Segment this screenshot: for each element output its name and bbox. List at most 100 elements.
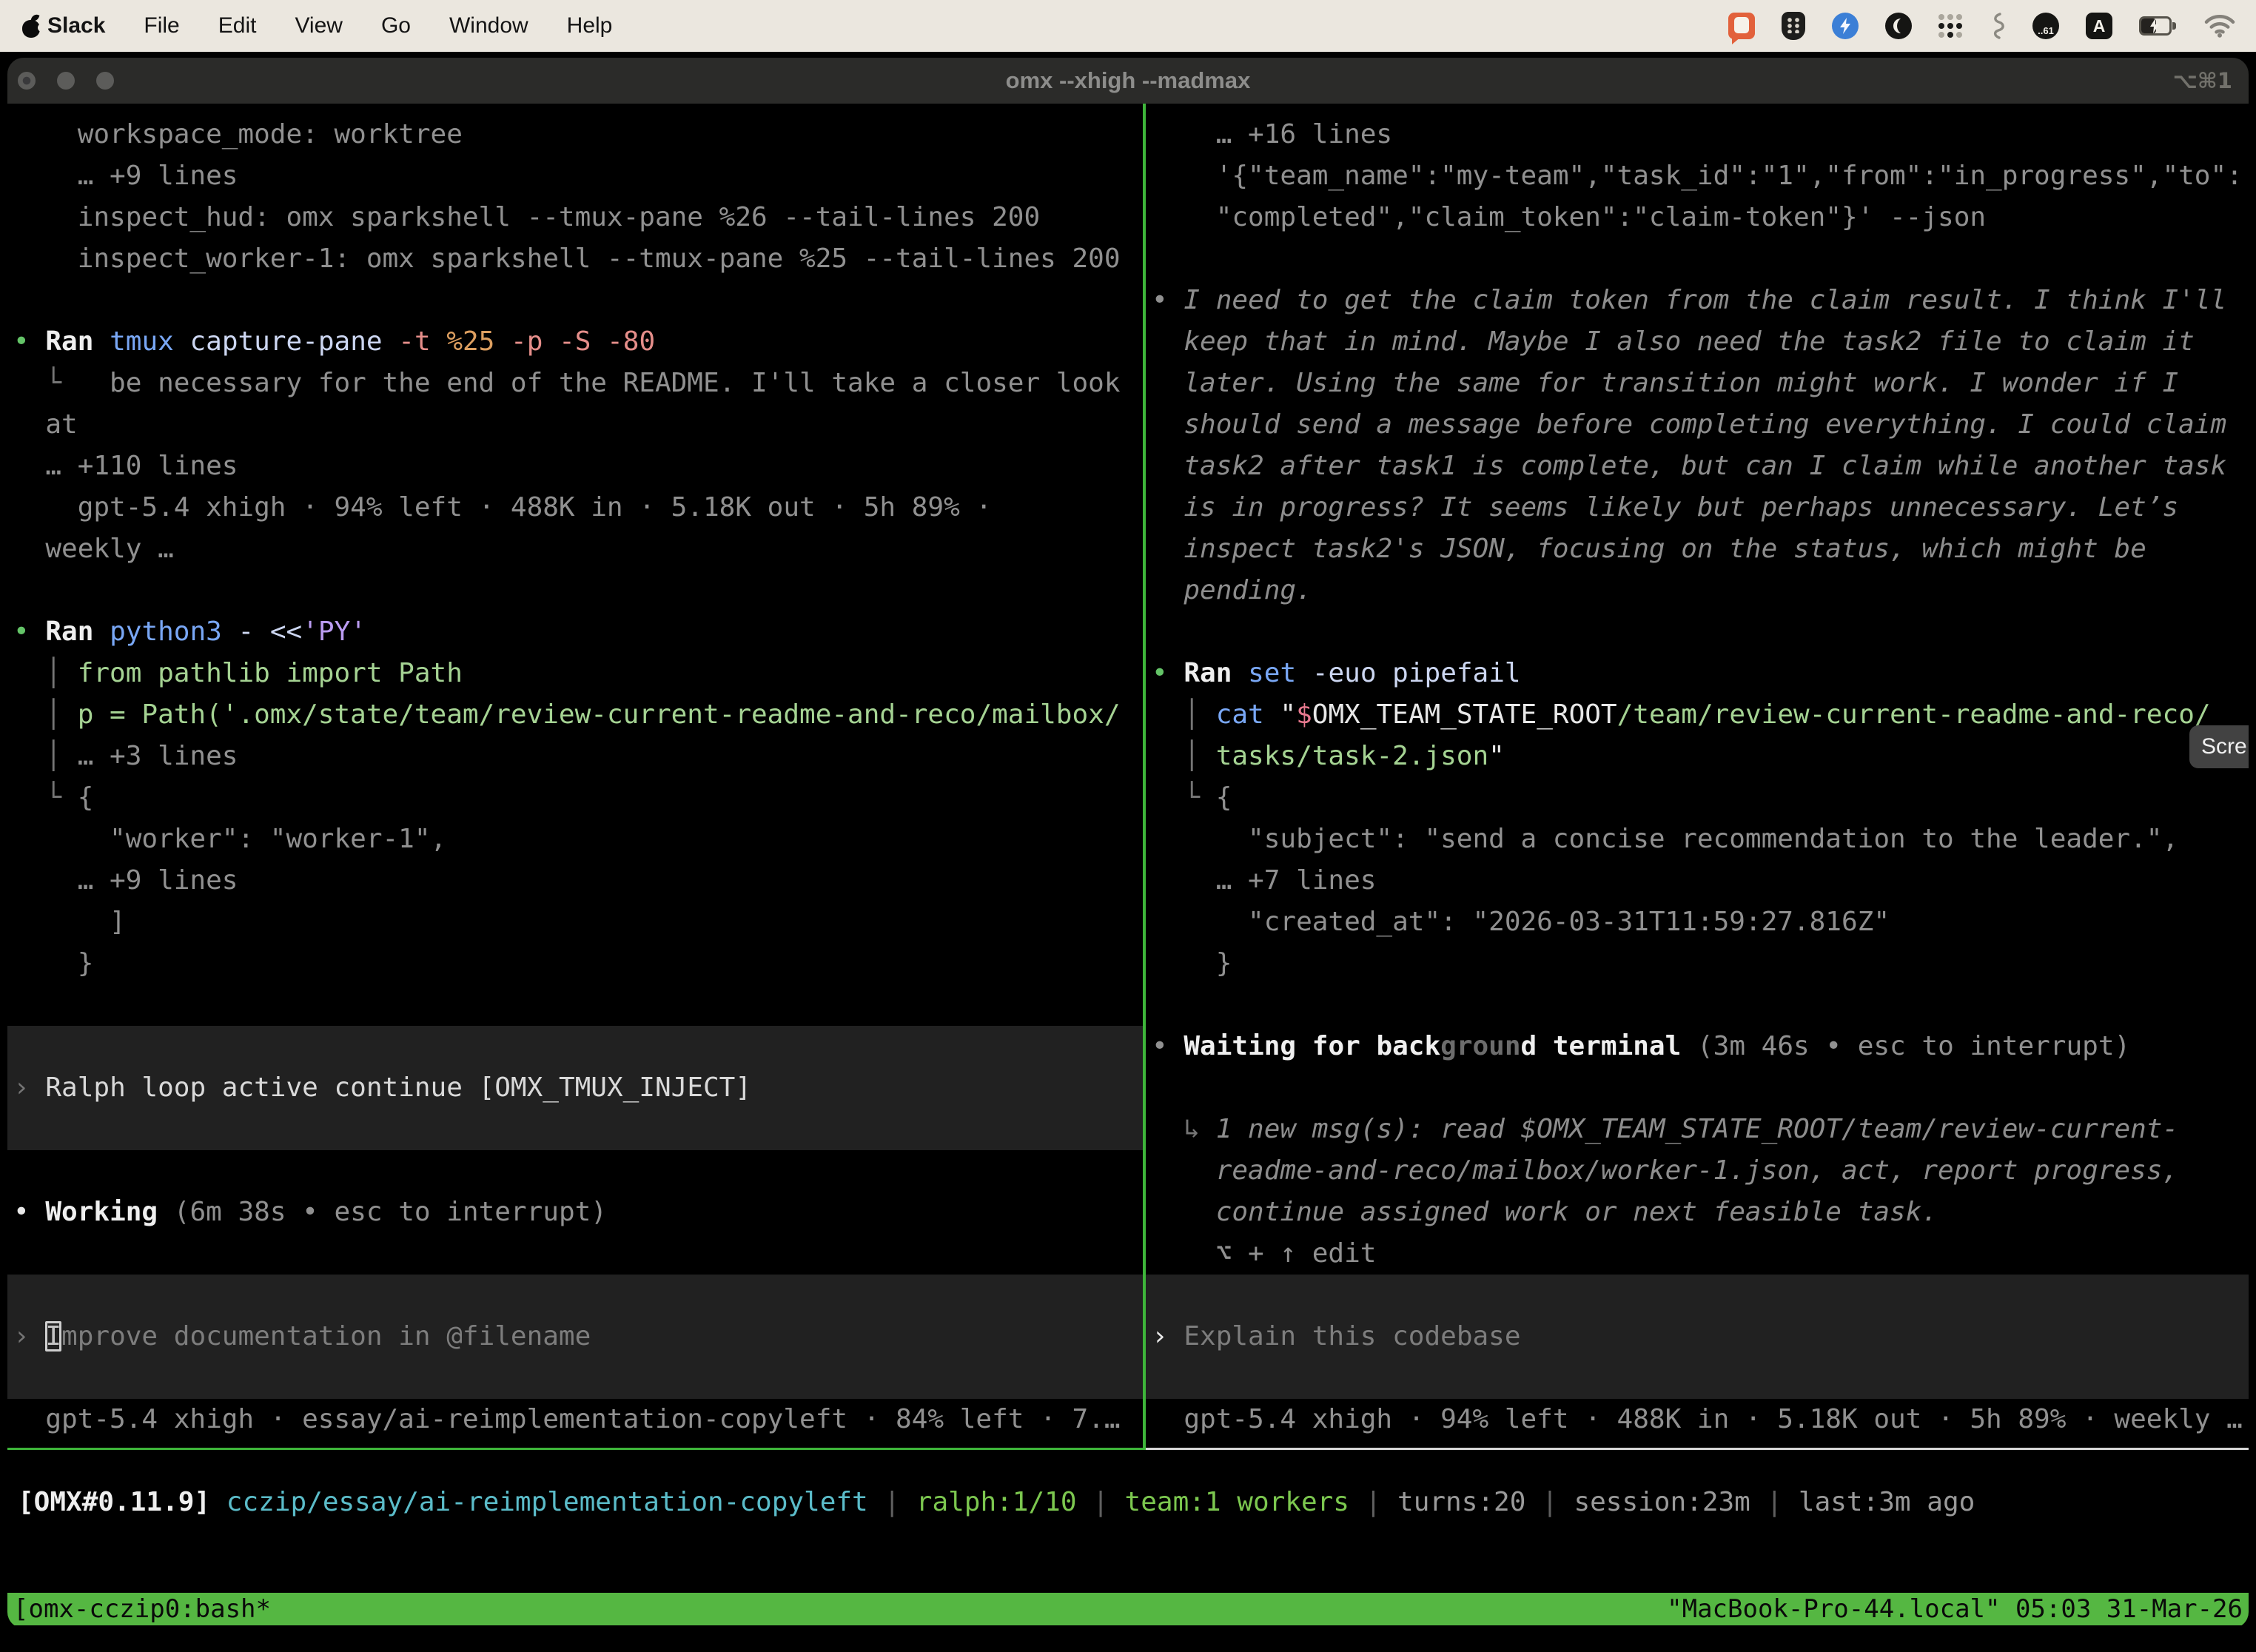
terminal-line: │ tasks/task-2.json" (1146, 736, 2249, 777)
thinking-text: • I need to get the claim token from the… (1146, 280, 2249, 321)
terminal-line: } (7, 943, 1143, 984)
wifi-icon[interactable] (2204, 14, 2235, 38)
terminal-line: │ from pathlib import Path (7, 653, 1143, 694)
terminal-line: … +16 lines (1146, 114, 2249, 155)
text-cursor: I (45, 1321, 61, 1352)
crescent-app-icon[interactable] (1885, 13, 1912, 39)
terminal-line (7, 1109, 1143, 1150)
window-titlebar: omx --xhigh --madmax ⌥⌘1 (7, 58, 2249, 104)
terminal-line (7, 1026, 1143, 1067)
menu-item-slack[interactable]: Slack (47, 13, 105, 38)
terminal-line: │ … +3 lines (7, 736, 1143, 777)
terminal-line: └ { (7, 777, 1143, 819)
terminal-line: workspace_mode: worktree (7, 114, 1143, 155)
right-pane-border (1146, 1448, 2249, 1450)
terminal-line (1146, 611, 2249, 653)
menu-item-go[interactable]: Go (381, 13, 411, 38)
terminal-line: ] (7, 901, 1143, 943)
terminal-line: readme-and-reco/mailbox/worker-1.json, a… (1146, 1150, 2249, 1192)
terminal-line: └ { (1146, 777, 2249, 819)
screen-recording-chip[interactable]: Scre (2189, 725, 2249, 768)
left-pane-border (7, 1448, 1143, 1450)
gauge-badge-icon[interactable]: ..61 (2032, 13, 2059, 39)
terminal-line (7, 1275, 1143, 1316)
terminal-line: inspect task2's JSON, focusing on the st… (1146, 528, 2249, 570)
terminal-line (1146, 1067, 2249, 1109)
terminal-line: "subject": "send a concise recommendatio… (1146, 819, 2249, 860)
pane-status-line: gpt-5.4 xhigh · essay/ai-reimplementatio… (7, 1399, 1143, 1440)
command-line: • Ran tmux capture-pane -t %25 -p -S -80 (7, 321, 1143, 363)
terminal-line (7, 570, 1143, 611)
chat-app-icon[interactable] (1728, 13, 1755, 39)
tmux-host-clock: "MacBook-Pro-44.local" 05:03 31-Mar-26 (1667, 1594, 2243, 1624)
terminal-line: … +9 lines (7, 860, 1143, 901)
terminal-line: keep that in mind. Maybe I also need the… (1146, 321, 2249, 363)
squiggle-icon[interactable] (1990, 13, 2006, 39)
working-status: • Working (6m 38s • esc to interrupt) (7, 1192, 1143, 1233)
terminal-line (7, 1233, 1143, 1275)
battery-icon[interactable] (2139, 16, 2178, 36)
terminal-line (1146, 1275, 2249, 1316)
dots-grid-icon[interactable] (1938, 14, 1963, 38)
terminal-line: … +7 lines (1146, 860, 2249, 901)
shield-app-icon[interactable] (1782, 12, 1805, 40)
terminal-line: should send a message before completing … (1146, 404, 2249, 446)
terminal-line: "completed","claim_token":"claim-token"}… (1146, 197, 2249, 238)
terminal-line: later. Using the same for transition mig… (1146, 363, 2249, 404)
pane-status-line: gpt-5.4 xhigh · 94% left · 488K in · 5.1… (1146, 1399, 2249, 1440)
close-button[interactable] (18, 72, 36, 90)
terminal-line: gpt-5.4 xhigh · 94% left · 488K in · 5.1… (7, 487, 1143, 528)
terminal-line (1146, 1357, 2249, 1399)
terminal-window: omx --xhigh --madmax ⌥⌘1 workspace_mode:… (7, 58, 2249, 1628)
terminal-line (7, 984, 1143, 1026)
apple-menu-icon[interactable] (21, 13, 43, 38)
menu-item-edit[interactable]: Edit (218, 13, 257, 38)
menu-item-help[interactable]: Help (567, 13, 613, 38)
terminal-line: } (1146, 943, 2249, 984)
tmux-session-label: [omx-cczip0:bash* (13, 1594, 271, 1624)
prompt-input[interactable]: › Explain this codebase (1146, 1316, 2249, 1357)
terminal-line (1146, 238, 2249, 280)
menu-items: Slack File Edit View Go Window Help (47, 13, 612, 38)
terminal-line: └ be necessary for the end of the README… (7, 363, 1143, 404)
keyboard-layout-icon[interactable]: A (2086, 13, 2112, 39)
menu-item-window[interactable]: Window (449, 13, 528, 38)
terminal-line (7, 1150, 1143, 1192)
terminal-line: … +9 lines (7, 155, 1143, 197)
status-icons: ..61 A (1728, 12, 2235, 40)
command-line: • Ran set -euo pipefail (1146, 653, 2249, 694)
zoom-button[interactable] (96, 72, 114, 90)
menu-item-view[interactable]: View (295, 13, 342, 38)
terminal-line: │ p = Path('.omx/state/team/review-curre… (7, 694, 1143, 736)
right-pane[interactable]: … +16 lines '{"team_name":"my-team","tas… (1146, 104, 2249, 1449)
blue-bolt-icon[interactable] (1832, 13, 1859, 39)
window-shortcut: ⌥⌘1 (2172, 68, 2232, 93)
terminal-line: continue assigned work or next feasible … (1146, 1192, 2249, 1233)
terminal-line: task2 after task1 is complete, but can I… (1146, 446, 2249, 487)
terminal-line: "worker": "worker-1", (7, 819, 1143, 860)
terminal-line: inspect_hud: omx sparkshell --tmux-pane … (7, 197, 1143, 238)
terminal-line: is in progress? It seems likely but perh… (1146, 487, 2249, 528)
terminal-line: │ cat "$OMX_TEAM_STATE_ROOT/team/review-… (1146, 694, 2249, 736)
omx-status-line: [OMX#0.11.9] cczip/essay/ai-reimplementa… (7, 1482, 2249, 1523)
command-line: • Ran python3 - <<'PY' (7, 611, 1143, 653)
terminal-line (1146, 984, 2249, 1026)
terminal-line: pending. (1146, 570, 2249, 611)
tmux-status-bar: [omx-cczip0:bash* "MacBook-Pro-44.local"… (7, 1593, 2249, 1625)
terminal-line: weekly … (7, 528, 1143, 570)
terminal-line: "created_at": "2026-03-31T11:59:27.816Z" (1146, 901, 2249, 943)
terminal-line (7, 1357, 1143, 1399)
menu-bar: Slack File Edit View Go Window Help ..61 A (0, 0, 2256, 52)
waiting-status: • Waiting for background terminal (3m 46… (1146, 1026, 2249, 1067)
terminal-line: ↳ 1 new msg(s): read $OMX_TEAM_STATE_ROO… (1146, 1109, 2249, 1150)
window-title: omx --xhigh --madmax (1006, 67, 1251, 94)
terminal-line: at (7, 404, 1143, 446)
terminal-line: '{"team_name":"my-team","task_id":"1","f… (1146, 155, 2249, 197)
terminal-line (7, 280, 1143, 321)
left-pane[interactable]: workspace_mode: worktree … +9 lines insp… (7, 104, 1143, 1449)
prompt-input[interactable]: › Improve documentation in @filename (7, 1316, 1143, 1357)
terminal-line: ⌥ + ↑ edit (1146, 1233, 2249, 1275)
terminal-line: … +110 lines (7, 446, 1143, 487)
minimize-button[interactable] (57, 72, 75, 90)
menu-item-file[interactable]: File (144, 13, 179, 38)
